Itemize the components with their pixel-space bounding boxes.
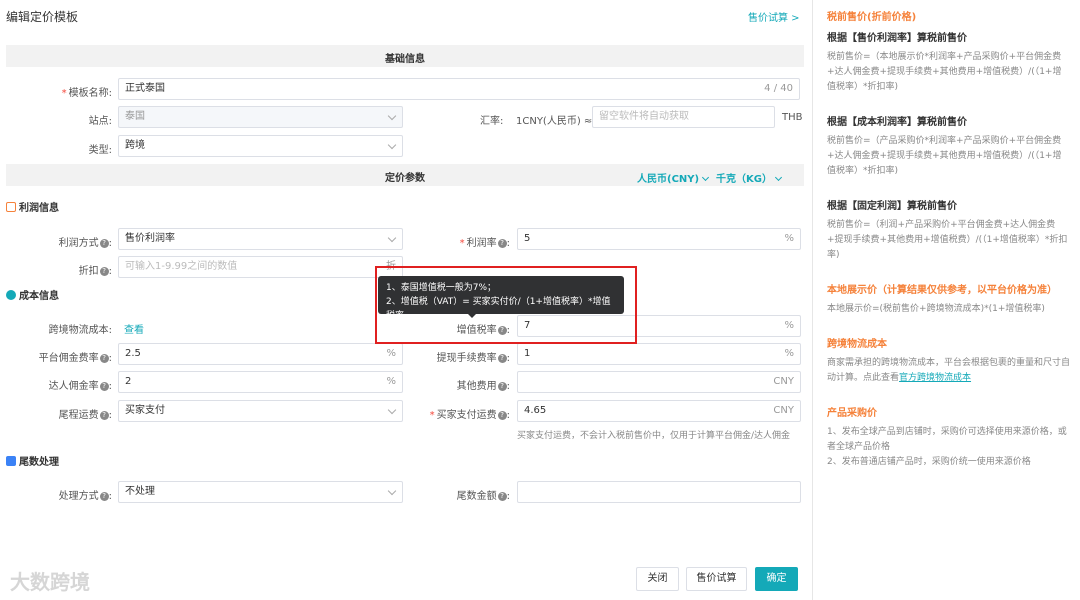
help-heading-pre-tax: 税前售价(折前价格) (827, 12, 917, 23)
help-heading-purchase-price: 产品采购价 (827, 408, 877, 419)
help-text-local-price: 本地展示价=(税前售价+跨境物流成本)*(1+增值税率) (827, 304, 1045, 314)
group-rounding: 尾数处理 (6, 453, 59, 468)
logistics-view-link[interactable]: 查看 (124, 321, 144, 336)
confirm-button[interactable]: 确定 (755, 567, 798, 591)
currency-dropdown[interactable]: 人民币(CNY) (637, 170, 710, 185)
help-text-cost-margin: 税前售价=（产品采购价*利润率+产品采购价+平台佣金费+达人佣金费+提现手续费+… (827, 136, 1062, 176)
other-fee-input[interactable]: CNY (517, 371, 801, 393)
tail-shipping-label: 尾程运费?: (58, 410, 112, 421)
template-name-label: * 模板名称: (61, 88, 112, 99)
help-sub-cost-margin: 根据【成本利润率】算税前售价 (827, 117, 967, 128)
group-profit-info: 利润信息 (6, 199, 59, 214)
chevron-down-icon (387, 486, 397, 496)
chevron-down-icon (702, 173, 710, 182)
type-label: 类型: (88, 145, 112, 156)
help-heading-local-price: 本地展示价（计算结果仅供参考，以平台价格为准） (827, 285, 1057, 296)
discount-input[interactable]: 可输入1-9.99之间的数值折 (118, 256, 403, 278)
buyer-shipping-hint: 买家支付运费，不会计入税前售价中，仅用于计算平台佣金/达人佣金 (517, 431, 791, 441)
help-icon[interactable]: ? (497, 410, 507, 420)
chevron-down-icon (774, 173, 783, 182)
char-counter: 4 / 40 (764, 83, 793, 94)
rate-label: 汇率: (480, 116, 504, 127)
chevron-down-icon (387, 405, 397, 415)
help-icon[interactable]: ? (497, 238, 507, 248)
unit-dropdown[interactable]: 千克（KG） (716, 170, 783, 185)
help-icon[interactable]: ? (99, 381, 109, 391)
rounding-amount-label: 尾数金额?: (456, 491, 510, 502)
withdraw-fee-label: 提现手续费率?: (436, 353, 510, 364)
price-trial-button[interactable]: 售价试算 (686, 567, 747, 591)
watermark-logo: 大数跨境 (10, 570, 90, 594)
chevron-down-icon (387, 111, 397, 121)
rate-prefix: 1CNY(人民币) ≈ (516, 116, 593, 127)
help-icon[interactable]: ? (99, 410, 109, 420)
help-sub-sale-margin: 根据【售价利润率】算税前售价 (827, 33, 967, 44)
type-select[interactable]: 跨境 (118, 135, 403, 157)
influencer-rate-label: 达人佣金率?: (48, 381, 112, 392)
section-basic-info: 基础信息 (6, 45, 804, 67)
exchange-rate-input[interactable]: 留空软件将自动获取 (592, 106, 775, 128)
cost-icon (6, 290, 16, 300)
profit-rate-label: * 利润率?: (459, 238, 510, 249)
site-label: 站点: (88, 116, 112, 127)
help-icon[interactable]: ? (99, 266, 109, 276)
chevron-down-icon (387, 140, 397, 150)
help-icon[interactable]: ? (99, 238, 109, 248)
buyer-shipping-input[interactable]: 4.65 CNY (517, 400, 801, 422)
help-sub-fixed-profit: 根据【固定利润】算税前售价 (827, 201, 957, 212)
buyer-shipping-label: * 买家支付运费?: (429, 410, 510, 421)
influencer-rate-input[interactable]: 2% (118, 371, 403, 393)
help-text-purchase-2: 2、发布普通店铺产品时，采购价统一使用来源价格 (827, 457, 1031, 467)
withdraw-fee-input[interactable]: 1% (517, 343, 801, 365)
rounding-icon (6, 456, 16, 466)
help-icon[interactable]: ? (99, 353, 109, 363)
rounding-amount-input[interactable] (517, 481, 801, 503)
discount-label: 折扣?: (78, 266, 112, 277)
page-title: 编辑定价模板 (6, 10, 79, 24)
template-name-input[interactable]: 正式泰国 4 / 40 (118, 78, 800, 100)
profit-method-select[interactable]: 售价利润率 (118, 228, 403, 250)
rate-suffix: THB (782, 112, 803, 123)
highlight-box (375, 266, 637, 344)
profit-icon (6, 202, 16, 212)
rounding-method-select[interactable]: 不处理 (118, 481, 403, 503)
rounding-method-label: 处理方式?: (58, 491, 112, 502)
profit-rate-input[interactable]: 5% (517, 228, 801, 250)
platform-fee-input[interactable]: 2.5% (118, 343, 403, 365)
help-icon[interactable]: ? (497, 381, 507, 391)
logistics-cost-label: 跨境物流成本: (48, 325, 112, 336)
help-heading-logistics: 跨境物流成本 (827, 339, 887, 350)
help-panel: 税前售价(折前价格) 根据【售价利润率】算税前售价 税前售价=（本地展示价*利润… (812, 0, 1080, 600)
help-icon[interactable]: ? (497, 491, 507, 501)
help-icon[interactable]: ? (99, 491, 109, 501)
chevron-down-icon (387, 233, 397, 243)
help-icon[interactable]: ? (497, 353, 507, 363)
group-cost-info: 成本信息 (6, 287, 59, 302)
platform-fee-label: 平台佣金费率?: (38, 353, 112, 364)
help-text-purchase-1: 1、发布全球产品到店铺时，采购价可选择使用来源价格，或者全球产品价格 (827, 427, 1067, 452)
price-trial-link[interactable]: 售价试算 > (748, 9, 800, 24)
help-text-logistics: 商家需承担的跨境物流成本，平台会根据包裹的重量和尺寸自动计算。点此查看官方跨境物… (827, 358, 1071, 383)
other-fee-label: 其他费用?: (456, 381, 510, 392)
help-text-sale-margin: 税前售价=（本地展示价*利润率+产品采购价+平台佣金费+达人佣金费+提现手续费+… (827, 52, 1062, 92)
form-panel: 编辑定价模板 售价试算 > 基础信息 * 模板名称: 正式泰国 4 / 40 站点… (0, 0, 812, 600)
tail-shipping-select[interactable]: 买家支付 (118, 400, 403, 422)
help-text-fixed-profit: 税前售价=（利润+产品采购价+平台佣金费+达人佣金费+提现手续费+其他费用+增值… (827, 220, 1068, 260)
official-logistics-link[interactable]: 官方跨境物流成本 (899, 373, 971, 383)
pricing-template-editor: 编辑定价模板 售价试算 > 基础信息 * 模板名称: 正式泰国 4 / 40 站点… (0, 0, 1080, 600)
site-select: 泰国 (118, 106, 403, 128)
close-button[interactable]: 关闭 (636, 567, 679, 591)
profit-method-label: 利润方式?: (58, 238, 112, 249)
